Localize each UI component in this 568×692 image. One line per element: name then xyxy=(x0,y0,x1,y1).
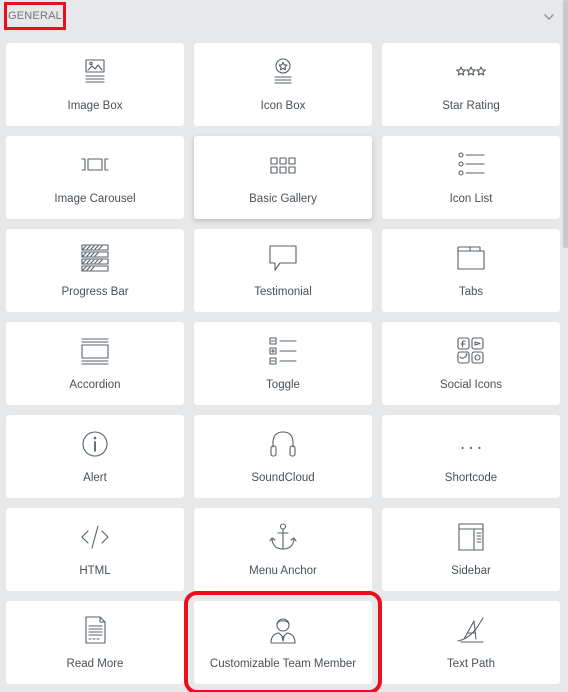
widget-label: Read More xyxy=(66,658,124,670)
widget-panel: GENERAL Image Box Icon Box Star Rating I… xyxy=(0,0,562,692)
text-path-icon xyxy=(382,615,560,645)
widget-menu-anchor[interactable]: Menu Anchor xyxy=(194,508,372,591)
tabs-icon xyxy=(382,243,560,273)
widget-label: Customizable Team Member xyxy=(209,658,357,670)
widget-label: Shortcode xyxy=(444,472,498,484)
widget-icon-list[interactable]: Icon List xyxy=(382,136,560,219)
widget-label: Icon Box xyxy=(260,100,306,112)
widget-label: SoundCloud xyxy=(251,472,315,484)
widget-html[interactable]: HTML xyxy=(6,508,184,591)
shortcode-glyph: [...] xyxy=(456,437,486,453)
widget-label: Progress Bar xyxy=(61,286,129,298)
testimonial-icon xyxy=(194,243,372,273)
widget-label: Text Path xyxy=(447,658,495,670)
widget-label: Image Carousel xyxy=(54,193,136,205)
widget-label: Tabs xyxy=(458,286,484,298)
widget-label: Star Rating xyxy=(442,100,500,112)
widget-label: Menu Anchor xyxy=(249,565,317,577)
alert-icon xyxy=(6,429,184,459)
widget-label: HTML xyxy=(79,565,111,577)
read-more-icon xyxy=(6,615,184,645)
widget-label: Toggle xyxy=(266,379,300,391)
widget-label: Icon List xyxy=(449,193,493,205)
team-member-icon xyxy=(194,615,372,645)
widget-soundcloud[interactable]: SoundCloud xyxy=(194,415,372,498)
widget-label: Image Box xyxy=(67,100,123,112)
image-box-icon xyxy=(6,57,184,87)
widget-alert[interactable]: Alert xyxy=(6,415,184,498)
icon-list-icon xyxy=(382,150,560,180)
widget-label: Testimonial xyxy=(254,286,312,298)
section-header[interactable]: GENERAL xyxy=(0,0,562,36)
widget-star-rating[interactable]: Star Rating xyxy=(382,43,560,126)
widget-image-carousel[interactable]: Image Carousel xyxy=(6,136,184,219)
star-rating-icon xyxy=(382,57,560,87)
toggle-icon xyxy=(194,336,372,366)
widget-label: Alert xyxy=(83,472,107,484)
progress-bar-icon xyxy=(6,243,184,273)
widget-label: Social Icons xyxy=(439,379,502,391)
widget-customizable-team-member[interactable]: Customizable Team Member xyxy=(184,591,382,692)
widget-tabs[interactable]: Tabs xyxy=(382,229,560,312)
section-title[interactable]: GENERAL xyxy=(4,2,66,30)
widget-label: Basic Gallery xyxy=(249,193,317,205)
widget-label: Sidebar xyxy=(451,565,491,577)
widget-accordion[interactable]: Accordion xyxy=(6,322,184,405)
widget-progress-bar[interactable]: Progress Bar xyxy=(6,229,184,312)
widget-read-more[interactable]: Read More xyxy=(6,601,184,684)
widget-text-path[interactable]: Text Path xyxy=(382,601,560,684)
chevron-down-icon[interactable] xyxy=(542,10,556,24)
widget-icon-box[interactable]: Icon Box xyxy=(194,43,372,126)
accordion-icon xyxy=(6,336,184,366)
widget-social-icons[interactable]: Social Icons xyxy=(382,322,560,405)
widget-toggle[interactable]: Toggle xyxy=(194,322,372,405)
widget-label: Accordion xyxy=(69,379,121,391)
html-icon xyxy=(6,522,184,552)
image-carousel-icon xyxy=(6,150,184,180)
basic-gallery-icon xyxy=(194,150,372,180)
widget-image-box[interactable]: Image Box xyxy=(6,43,184,126)
social-icons-icon xyxy=(382,336,560,366)
widget-shortcode[interactable]: [...] Shortcode xyxy=(382,415,560,498)
sidebar-icon xyxy=(382,522,560,552)
widget-basic-gallery[interactable]: Basic Gallery xyxy=(194,136,372,219)
soundcloud-icon xyxy=(194,429,372,459)
icon-box-icon xyxy=(194,57,372,87)
shortcode-icon: [...] xyxy=(382,429,560,459)
widget-sidebar[interactable]: Sidebar xyxy=(382,508,560,591)
menu-anchor-icon xyxy=(194,522,372,552)
widget-testimonial[interactable]: Testimonial xyxy=(194,229,372,312)
scrollbar-thumb[interactable] xyxy=(563,0,568,248)
